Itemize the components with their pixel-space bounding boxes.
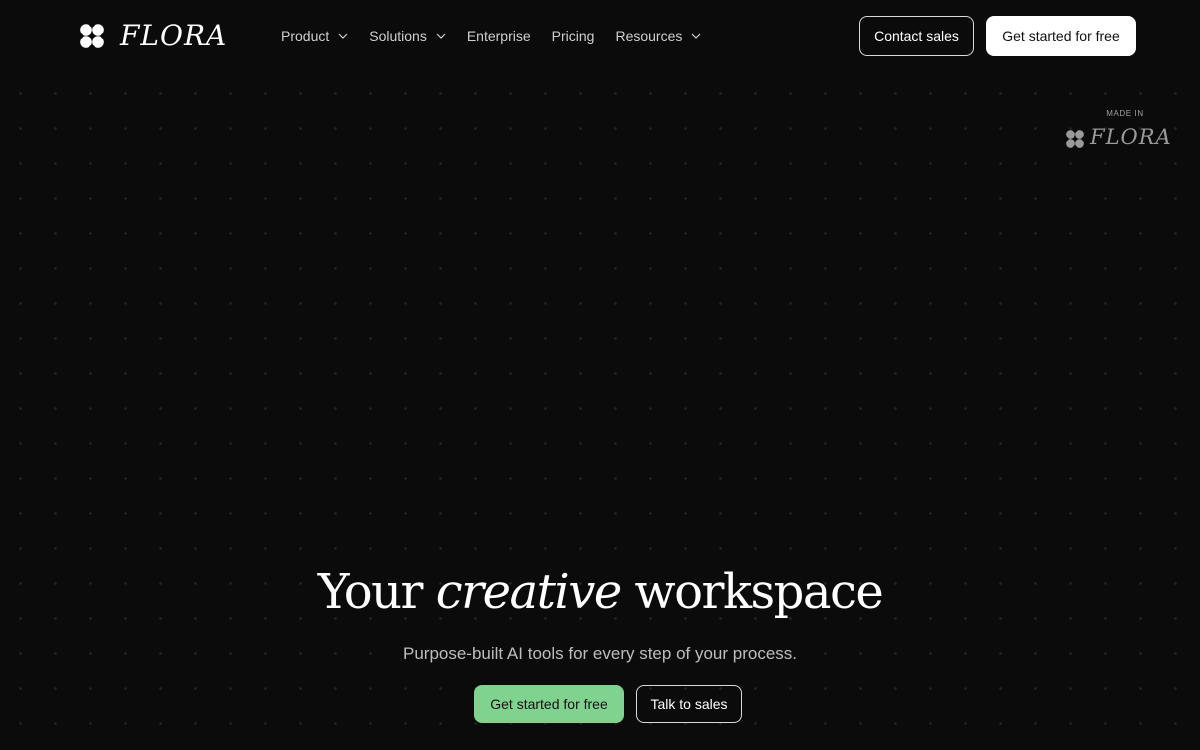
nav-item-label: Pricing xyxy=(551,28,595,44)
get-started-button[interactable]: Get started for free xyxy=(986,16,1136,56)
chevron-down-icon xyxy=(691,33,701,39)
hero-cta-row: Get started for free Talk to sales xyxy=(474,685,742,723)
nav-item-product[interactable]: Product xyxy=(281,28,348,44)
nav-item-label: Product xyxy=(281,28,330,44)
talk-to-sales-button[interactable]: Talk to sales xyxy=(636,685,742,723)
made-in-flora-badge[interactable]: MADE IN FLORA xyxy=(1062,106,1188,152)
nav-item-label: Solutions xyxy=(369,28,427,44)
hero-get-started-button[interactable]: Get started for free xyxy=(474,685,624,723)
nav-item-label: Enterprise xyxy=(466,28,531,44)
badge-caption: MADE IN xyxy=(1106,109,1144,118)
four-petal-flower-icon xyxy=(1066,130,1084,148)
hero-title: Your creative workspace xyxy=(0,560,1200,624)
page: FLORA Product Solutions Enterprise Prici… xyxy=(0,0,1200,750)
nav-item-enterprise[interactable]: Enterprise xyxy=(467,28,531,44)
main-nav: Product Solutions Enterprise Pricing Res… xyxy=(281,24,722,48)
badge-wordmark: FLORA xyxy=(1090,125,1172,149)
hero-title-start: Your xyxy=(317,564,436,620)
hero-title-end: workspace xyxy=(620,564,884,620)
contact-sales-button[interactable]: Contact sales xyxy=(859,16,974,56)
nav-item-solutions[interactable]: Solutions xyxy=(369,28,446,44)
hero-section: Your creative workspace Purpose-built AI… xyxy=(0,560,1200,666)
nav-item-resources[interactable]: Resources xyxy=(615,28,701,44)
chevron-down-icon xyxy=(436,33,446,39)
four-petal-flower-icon xyxy=(80,24,104,48)
hero-subtitle: Purpose-built AI tools for every step of… xyxy=(402,644,798,663)
chevron-down-icon xyxy=(338,33,348,39)
top-navigation-bar: FLORA Product Solutions Enterprise Prici… xyxy=(0,0,1200,72)
brand-wordmark: FLORA xyxy=(120,19,228,52)
nav-item-label: Resources xyxy=(615,28,683,44)
nav-item-pricing[interactable]: Pricing xyxy=(552,28,595,44)
hero-title-emphasis: creative xyxy=(435,564,623,620)
brand-logo[interactable]: FLORA xyxy=(80,18,227,54)
